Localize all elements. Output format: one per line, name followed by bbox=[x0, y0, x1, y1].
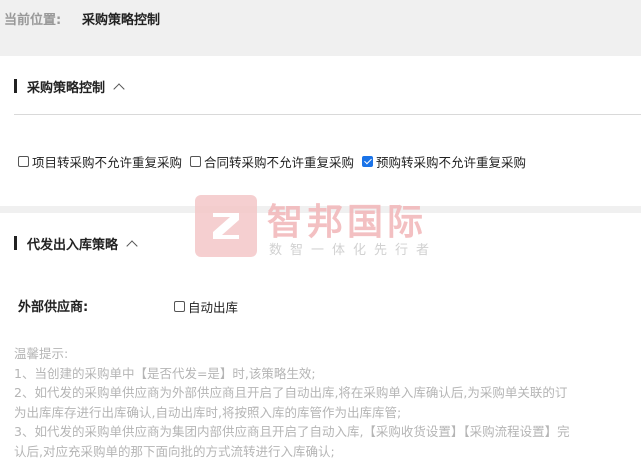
option-presale-no-duplicate[interactable]: 预购转采购不允许重复采购 bbox=[362, 152, 526, 171]
tips-line: 1、当创建的采购单中【是否代发=是】时,该策略生效; bbox=[14, 364, 570, 384]
external-vendor-label: 外部供应商: bbox=[18, 296, 88, 315]
watermark-brand: 智邦国际 bbox=[267, 193, 427, 245]
section-separator bbox=[0, 206, 641, 213]
section-header-dropship-strategy[interactable]: 代发出入库策略 bbox=[14, 234, 136, 252]
section-title-dropship-strategy: 代发出入库策略 bbox=[27, 234, 118, 253]
breadcrumb-current: 采购策略控制 bbox=[82, 9, 160, 28]
option-label: 预购转采购不允许重复采购 bbox=[376, 152, 526, 171]
checkbox-contract-no-duplicate[interactable] bbox=[190, 156, 201, 167]
section-marker bbox=[14, 79, 17, 93]
checkbox-project-no-duplicate[interactable] bbox=[18, 156, 29, 167]
option-label: 项目转采购不允许重复采购 bbox=[32, 152, 182, 171]
watermark-logo-icon bbox=[195, 195, 257, 257]
option-project-no-duplicate[interactable]: 项目转采购不允许重复采购 bbox=[18, 152, 182, 171]
tips-heading: 温馨提示: bbox=[14, 344, 570, 364]
watermark-slogan: 数智一体化先行者 bbox=[269, 239, 437, 258]
checkbox-auto-outbound[interactable] bbox=[174, 301, 185, 312]
tips-line: 2、如代发的采购单供应商为外部供应商且开启了自动出库,将在采购单入库确认后,为采… bbox=[14, 383, 570, 403]
section-marker bbox=[14, 236, 17, 250]
tips-line: 3、如代发的采购单供应商为集团内部供应商且开启了自动入库,【采购收货设置】【采购… bbox=[14, 422, 570, 442]
breadcrumb-label: 当前位置: bbox=[4, 9, 61, 28]
tips-line: 为出库库存进行出库确认,自动出库时,将按照入库的库管作为出库库管; bbox=[14, 403, 570, 423]
chevron-up-icon[interactable] bbox=[113, 83, 124, 94]
option-contract-no-duplicate[interactable]: 合同转采购不允许重复采购 bbox=[190, 152, 354, 171]
option-auto-outbound[interactable]: 自动出库 bbox=[174, 297, 238, 316]
section-divider bbox=[14, 114, 641, 115]
breadcrumb-bar: 当前位置: 采购策略控制 bbox=[0, 0, 641, 56]
chevron-up-icon[interactable] bbox=[126, 240, 137, 251]
section-header-purchase-strategy[interactable]: 采购策略控制 bbox=[14, 77, 123, 95]
purchase-options: 项目转采购不允许重复采购 合同转采购不允许重复采购 预购转采购不允许重复采购 bbox=[18, 152, 534, 171]
section-title-purchase-strategy: 采购策略控制 bbox=[27, 77, 105, 96]
tips-block: 温馨提示: 1、当创建的采购单中【是否代发=是】时,该策略生效; 2、如代发的采… bbox=[14, 344, 570, 461]
option-label: 合同转采购不允许重复采购 bbox=[204, 152, 354, 171]
tips-line: 认后,对应充采购单的那下面向批的方式流转进行入库确认; bbox=[14, 442, 570, 461]
checkbox-presale-no-duplicate[interactable] bbox=[362, 156, 373, 167]
option-label: 自动出库 bbox=[188, 297, 238, 316]
